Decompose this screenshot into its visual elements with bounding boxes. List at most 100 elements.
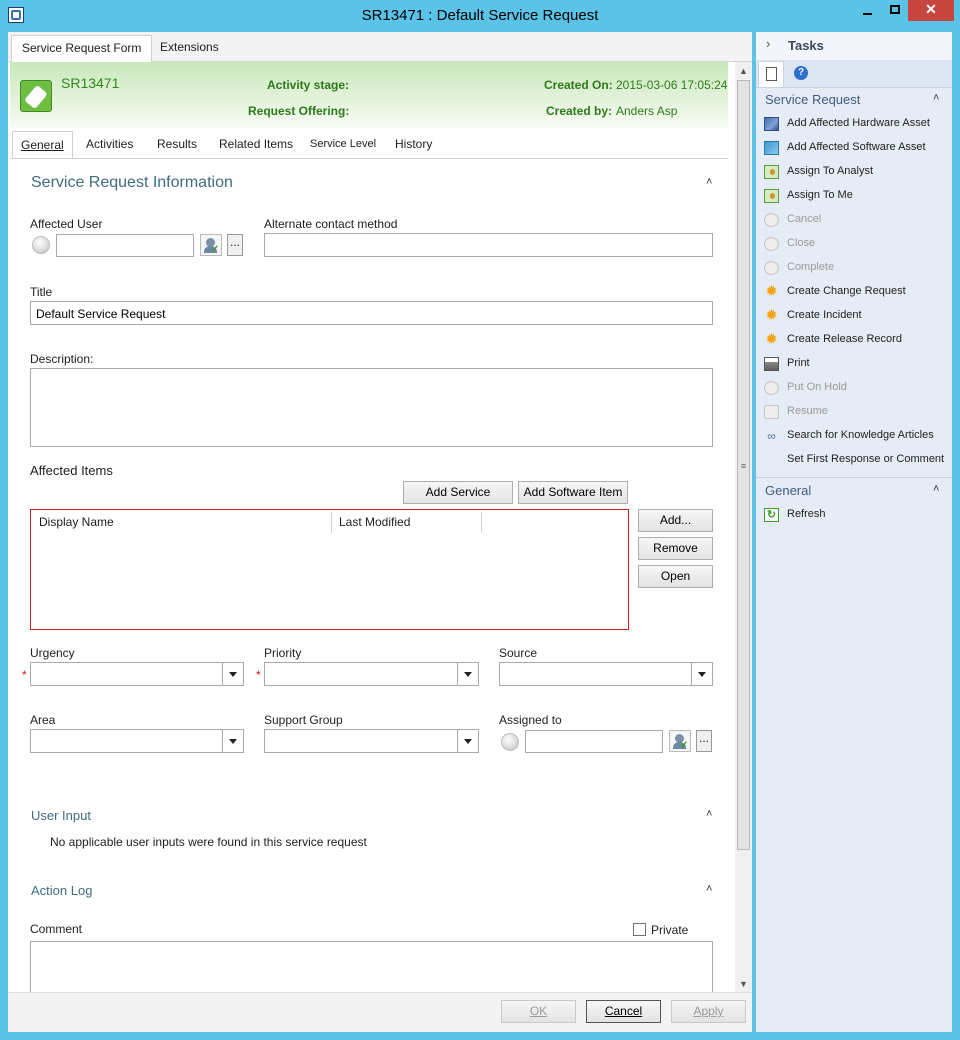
scroll-up-icon[interactable]: ▲	[737, 66, 750, 76]
title-value: Default Service Request	[36, 307, 166, 321]
browse-assignee-button[interactable]: ...	[696, 730, 712, 752]
close-button[interactable]: ✕	[908, 0, 954, 21]
task-print[interactable]: Print	[762, 355, 948, 373]
maximize-icon	[890, 5, 900, 14]
pick-assignee-button[interactable]: ✓	[669, 730, 691, 752]
add-software-item-button[interactable]: Add Software Item	[518, 481, 628, 504]
minimize-button[interactable]	[853, 0, 882, 21]
ok-button[interactable]: OK	[501, 1000, 576, 1023]
assign-icon	[764, 189, 779, 203]
comment-textarea[interactable]	[30, 941, 713, 992]
collapse-section-icon[interactable]: ˄	[706, 883, 712, 895]
task-resume[interactable]: Resume	[762, 403, 948, 421]
remove-item-button[interactable]: Remove	[638, 537, 713, 560]
affected-user-label: Affected User	[30, 217, 103, 231]
description-textarea[interactable]	[30, 368, 713, 447]
affected-items-title: Affected Items	[30, 463, 113, 478]
search-icon: ∞	[767, 429, 776, 443]
add-item-button[interactable]: Add...	[638, 509, 713, 532]
assign-icon	[764, 165, 779, 179]
add-service-button[interactable]: Add Service	[403, 481, 513, 504]
window-frame-bottom	[0, 1032, 960, 1040]
column-last-modified[interactable]: Last Modified	[332, 511, 481, 533]
task-refresh[interactable]: ↻ Refresh	[762, 506, 948, 524]
task-close[interactable]: Close	[762, 235, 948, 253]
cancel-button[interactable]: Cancel	[586, 1000, 661, 1023]
support-group-select[interactable]	[264, 729, 479, 753]
task-create-release-record[interactable]: ✹ Create Release Record	[762, 331, 948, 349]
user-input-message: No applicable user inputs were found in …	[50, 835, 367, 849]
title-input[interactable]: Default Service Request	[30, 301, 713, 325]
browse-user-button[interactable]: ...	[227, 234, 243, 256]
hold-icon	[764, 381, 779, 395]
area-select[interactable]	[30, 729, 244, 753]
tab-activities[interactable]: Activities	[78, 131, 141, 158]
assignee-status-icon	[501, 733, 519, 751]
star-icon: ✹	[765, 331, 778, 348]
chevron-down-icon[interactable]	[691, 663, 712, 685]
task-assign-to-analyst[interactable]: Assign To Analyst	[762, 163, 948, 181]
alternate-contact-input[interactable]	[264, 233, 713, 257]
resume-icon	[764, 405, 779, 419]
tab-results[interactable]: Results	[149, 131, 205, 158]
urgency-required-marker: *	[22, 668, 27, 682]
star-icon: ✹	[765, 307, 778, 324]
tab-history[interactable]: History	[387, 131, 440, 158]
assigned-to-input[interactable]	[525, 730, 663, 753]
tab-extensions[interactable]: Extensions	[150, 35, 229, 62]
task-search-knowledge-articles[interactable]: ∞ Search for Knowledge Articles	[762, 427, 948, 445]
activity-stage-label: Activity stage:	[267, 78, 350, 92]
chevron-down-icon[interactable]	[222, 730, 243, 752]
collapse-group-icon[interactable]: ˄	[933, 92, 939, 104]
column-display-name[interactable]: Display Name	[32, 511, 330, 533]
source-select[interactable]	[499, 662, 713, 686]
apply-button[interactable]: Apply	[671, 1000, 746, 1023]
assigned-to-label: Assigned to	[499, 713, 562, 727]
close-icon	[764, 237, 779, 251]
group-separator	[756, 477, 952, 478]
collapse-section-icon[interactable]: ˄	[706, 808, 712, 820]
window-frame-right	[952, 32, 960, 1040]
section-title-service-request-information: Service Request Information	[31, 174, 233, 191]
collapse-section-icon[interactable]: ˄	[706, 176, 712, 188]
task-cancel[interactable]: Cancel	[762, 211, 948, 229]
request-offering-label: Request Offering:	[248, 104, 350, 118]
task-create-incident[interactable]: ✹ Create Incident	[762, 307, 948, 325]
chevron-down-icon[interactable]	[457, 730, 478, 752]
pick-user-button[interactable]: ✓	[200, 234, 222, 256]
tab-service-request-form[interactable]: Service Request Form	[11, 35, 153, 62]
chevron-down-icon[interactable]	[222, 663, 243, 685]
task-add-affected-hardware-asset[interactable]: Add Affected Hardware Asset	[762, 115, 948, 133]
urgency-label: Urgency	[30, 646, 75, 660]
task-add-affected-software-asset[interactable]: Add Affected Software Asset	[762, 139, 948, 157]
task-put-on-hold[interactable]: Put On Hold	[762, 379, 948, 397]
help-icon[interactable]: ?	[794, 66, 808, 80]
tab-service-level[interactable]: Service Level	[302, 131, 384, 158]
close-icon: ✕	[925, 1, 937, 17]
window-title: SR13471 : Default Service Request	[361, 7, 599, 24]
scroll-down-icon[interactable]: ▼	[737, 979, 750, 989]
urgency-select[interactable]	[30, 662, 244, 686]
priority-select[interactable]	[264, 662, 479, 686]
collapse-pane-icon[interactable]: ›	[766, 36, 770, 51]
form-tab-strip: Service Request Form Extensions	[8, 32, 752, 62]
grid-header: Display Name Last Modified	[32, 511, 627, 533]
service-request-icon	[20, 80, 52, 112]
complete-icon	[764, 261, 779, 275]
tasks-tab[interactable]	[758, 61, 784, 87]
support-group-label: Support Group	[264, 713, 343, 727]
task-create-change-request[interactable]: ✹ Create Change Request	[762, 283, 948, 301]
collapse-group-icon[interactable]: ˄	[933, 483, 939, 495]
tab-related-items[interactable]: Related Items	[211, 131, 301, 158]
affected-user-input[interactable]	[56, 234, 194, 257]
alternate-contact-label: Alternate contact method	[264, 217, 398, 231]
task-set-first-response[interactable]: Set First Response or Comment	[762, 451, 948, 469]
task-assign-to-me[interactable]: Assign To Me	[762, 187, 948, 205]
task-complete[interactable]: Complete	[762, 259, 948, 277]
tab-general[interactable]: General	[12, 131, 73, 158]
chevron-down-icon[interactable]	[457, 663, 478, 685]
open-item-button[interactable]: Open	[638, 565, 713, 588]
private-label: Private	[651, 923, 689, 937]
maximize-button[interactable]	[882, 0, 908, 21]
private-checkbox[interactable]	[633, 923, 646, 936]
